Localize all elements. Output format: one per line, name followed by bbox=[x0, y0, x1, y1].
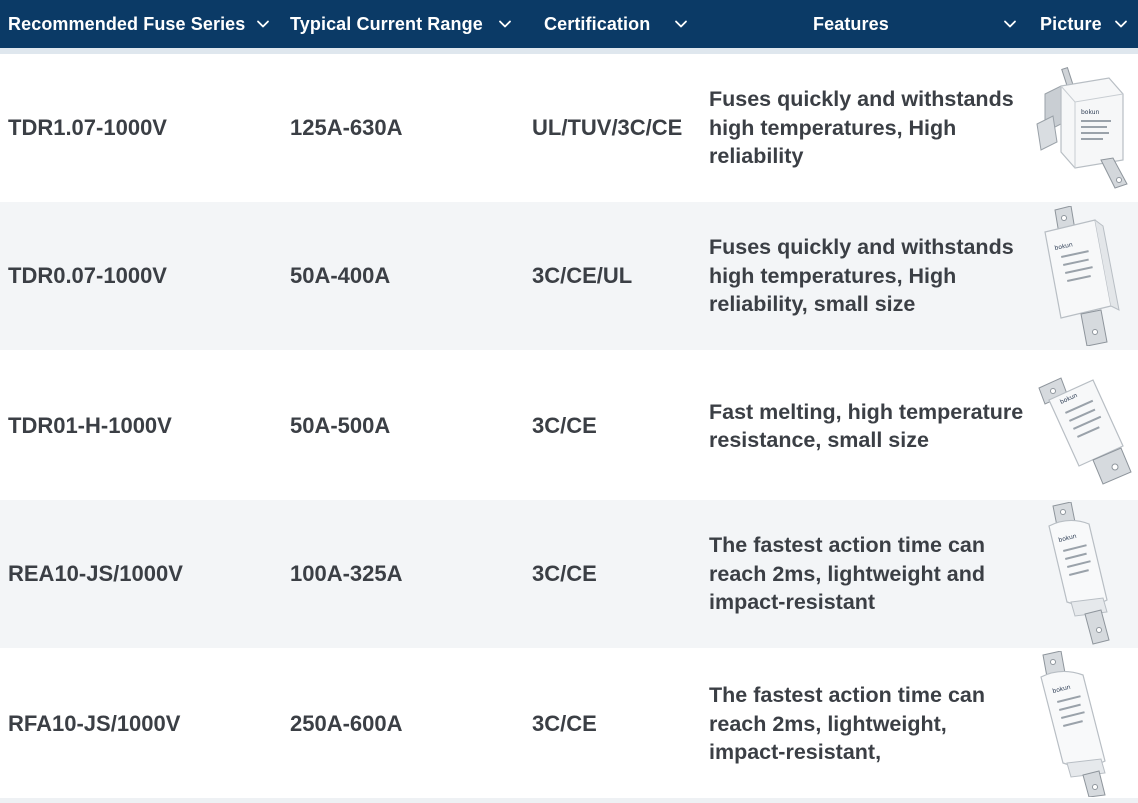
cell-certification: 3C/CE bbox=[532, 561, 597, 586]
fuse-flat-bolt-image: bokun bbox=[1028, 352, 1138, 500]
cell-series: TDR01-H-1000V bbox=[8, 413, 172, 438]
fuse-cylindrical-long-image: bokun bbox=[1028, 650, 1138, 798]
svg-text:bokun: bokun bbox=[1081, 109, 1100, 116]
table-row: RFA10-JS/1000V 250A-600A 3C/CE The faste… bbox=[0, 650, 1138, 798]
cell-certification: UL/TUV/3C/CE bbox=[532, 115, 683, 140]
column-header-features[interactable]: Features bbox=[813, 0, 1023, 48]
cell-certification: 3C/CE bbox=[532, 413, 597, 438]
cell-features: Fuses quickly and withstands high temper… bbox=[709, 235, 1014, 317]
column-header-picture[interactable]: Picture bbox=[1040, 0, 1136, 48]
cell-series: REA10-JS/1000V bbox=[8, 561, 183, 586]
cell-current-range: 125A-630A bbox=[290, 115, 403, 140]
cell-series: TDR0.07-1000V bbox=[8, 263, 167, 288]
cell-current-range: 250A-600A bbox=[290, 711, 403, 736]
fuse-square-body-image: bokun bbox=[1028, 202, 1138, 350]
chevron-down-icon[interactable] bbox=[1001, 15, 1019, 33]
table-row: REA10-JS/1000V 100A-325A 3C/CE The faste… bbox=[0, 500, 1138, 648]
cell-series: RFA10-JS/1000V bbox=[8, 711, 181, 736]
cell-features: The fastest action time can reach 2ms, l… bbox=[709, 533, 985, 615]
column-header-label: Features bbox=[813, 13, 889, 34]
fuse-angled-bracket-image: bokun bbox=[1028, 54, 1138, 202]
table-bottom-border bbox=[0, 798, 1138, 803]
cell-series: TDR1.07-1000V bbox=[8, 115, 167, 140]
column-header-series[interactable]: Recommended Fuse Series bbox=[8, 0, 278, 48]
chevron-down-icon[interactable] bbox=[672, 15, 690, 33]
cell-features: Fast melting, high temperature resistanc… bbox=[709, 399, 1024, 453]
column-header-label: Certification bbox=[544, 13, 651, 34]
cell-current-range: 50A-400A bbox=[290, 263, 391, 288]
cell-certification: 3C/CE bbox=[532, 711, 597, 736]
chevron-down-icon[interactable] bbox=[496, 15, 514, 33]
cell-certification: 3C/CE/UL bbox=[532, 263, 633, 288]
column-header-label: Typical Current Range bbox=[290, 13, 483, 34]
table-header: Recommended Fuse Series Typical Current … bbox=[0, 0, 1138, 48]
column-header-label: Recommended Fuse Series bbox=[8, 13, 246, 34]
column-header-label: Picture bbox=[1040, 13, 1102, 34]
fuse-cylindrical-image: bokun bbox=[1028, 500, 1138, 648]
column-header-certification[interactable]: Certification bbox=[544, 0, 694, 48]
cell-features: Fuses quickly and withstands high temper… bbox=[709, 87, 1014, 169]
chevron-down-icon[interactable] bbox=[1112, 15, 1130, 33]
fuse-series-table: Recommended Fuse Series Typical Current … bbox=[0, 0, 1138, 803]
chevron-down-icon[interactable] bbox=[254, 15, 272, 33]
table-row: TDR0.07-1000V 50A-400A 3C/CE/UL Fuses qu… bbox=[0, 202, 1138, 350]
cell-current-range: 100A-325A bbox=[290, 561, 403, 586]
cell-current-range: 50A-500A bbox=[290, 413, 391, 438]
column-header-current-range[interactable]: Typical Current Range bbox=[290, 0, 520, 48]
table-row: TDR01-H-1000V 50A-500A 3C/CE Fast meltin… bbox=[0, 352, 1138, 500]
table-row: TDR1.07-1000V 125A-630A UL/TUV/3C/CE Fus… bbox=[0, 54, 1138, 202]
cell-features: The fastest action time can reach 2ms, l… bbox=[709, 683, 985, 765]
